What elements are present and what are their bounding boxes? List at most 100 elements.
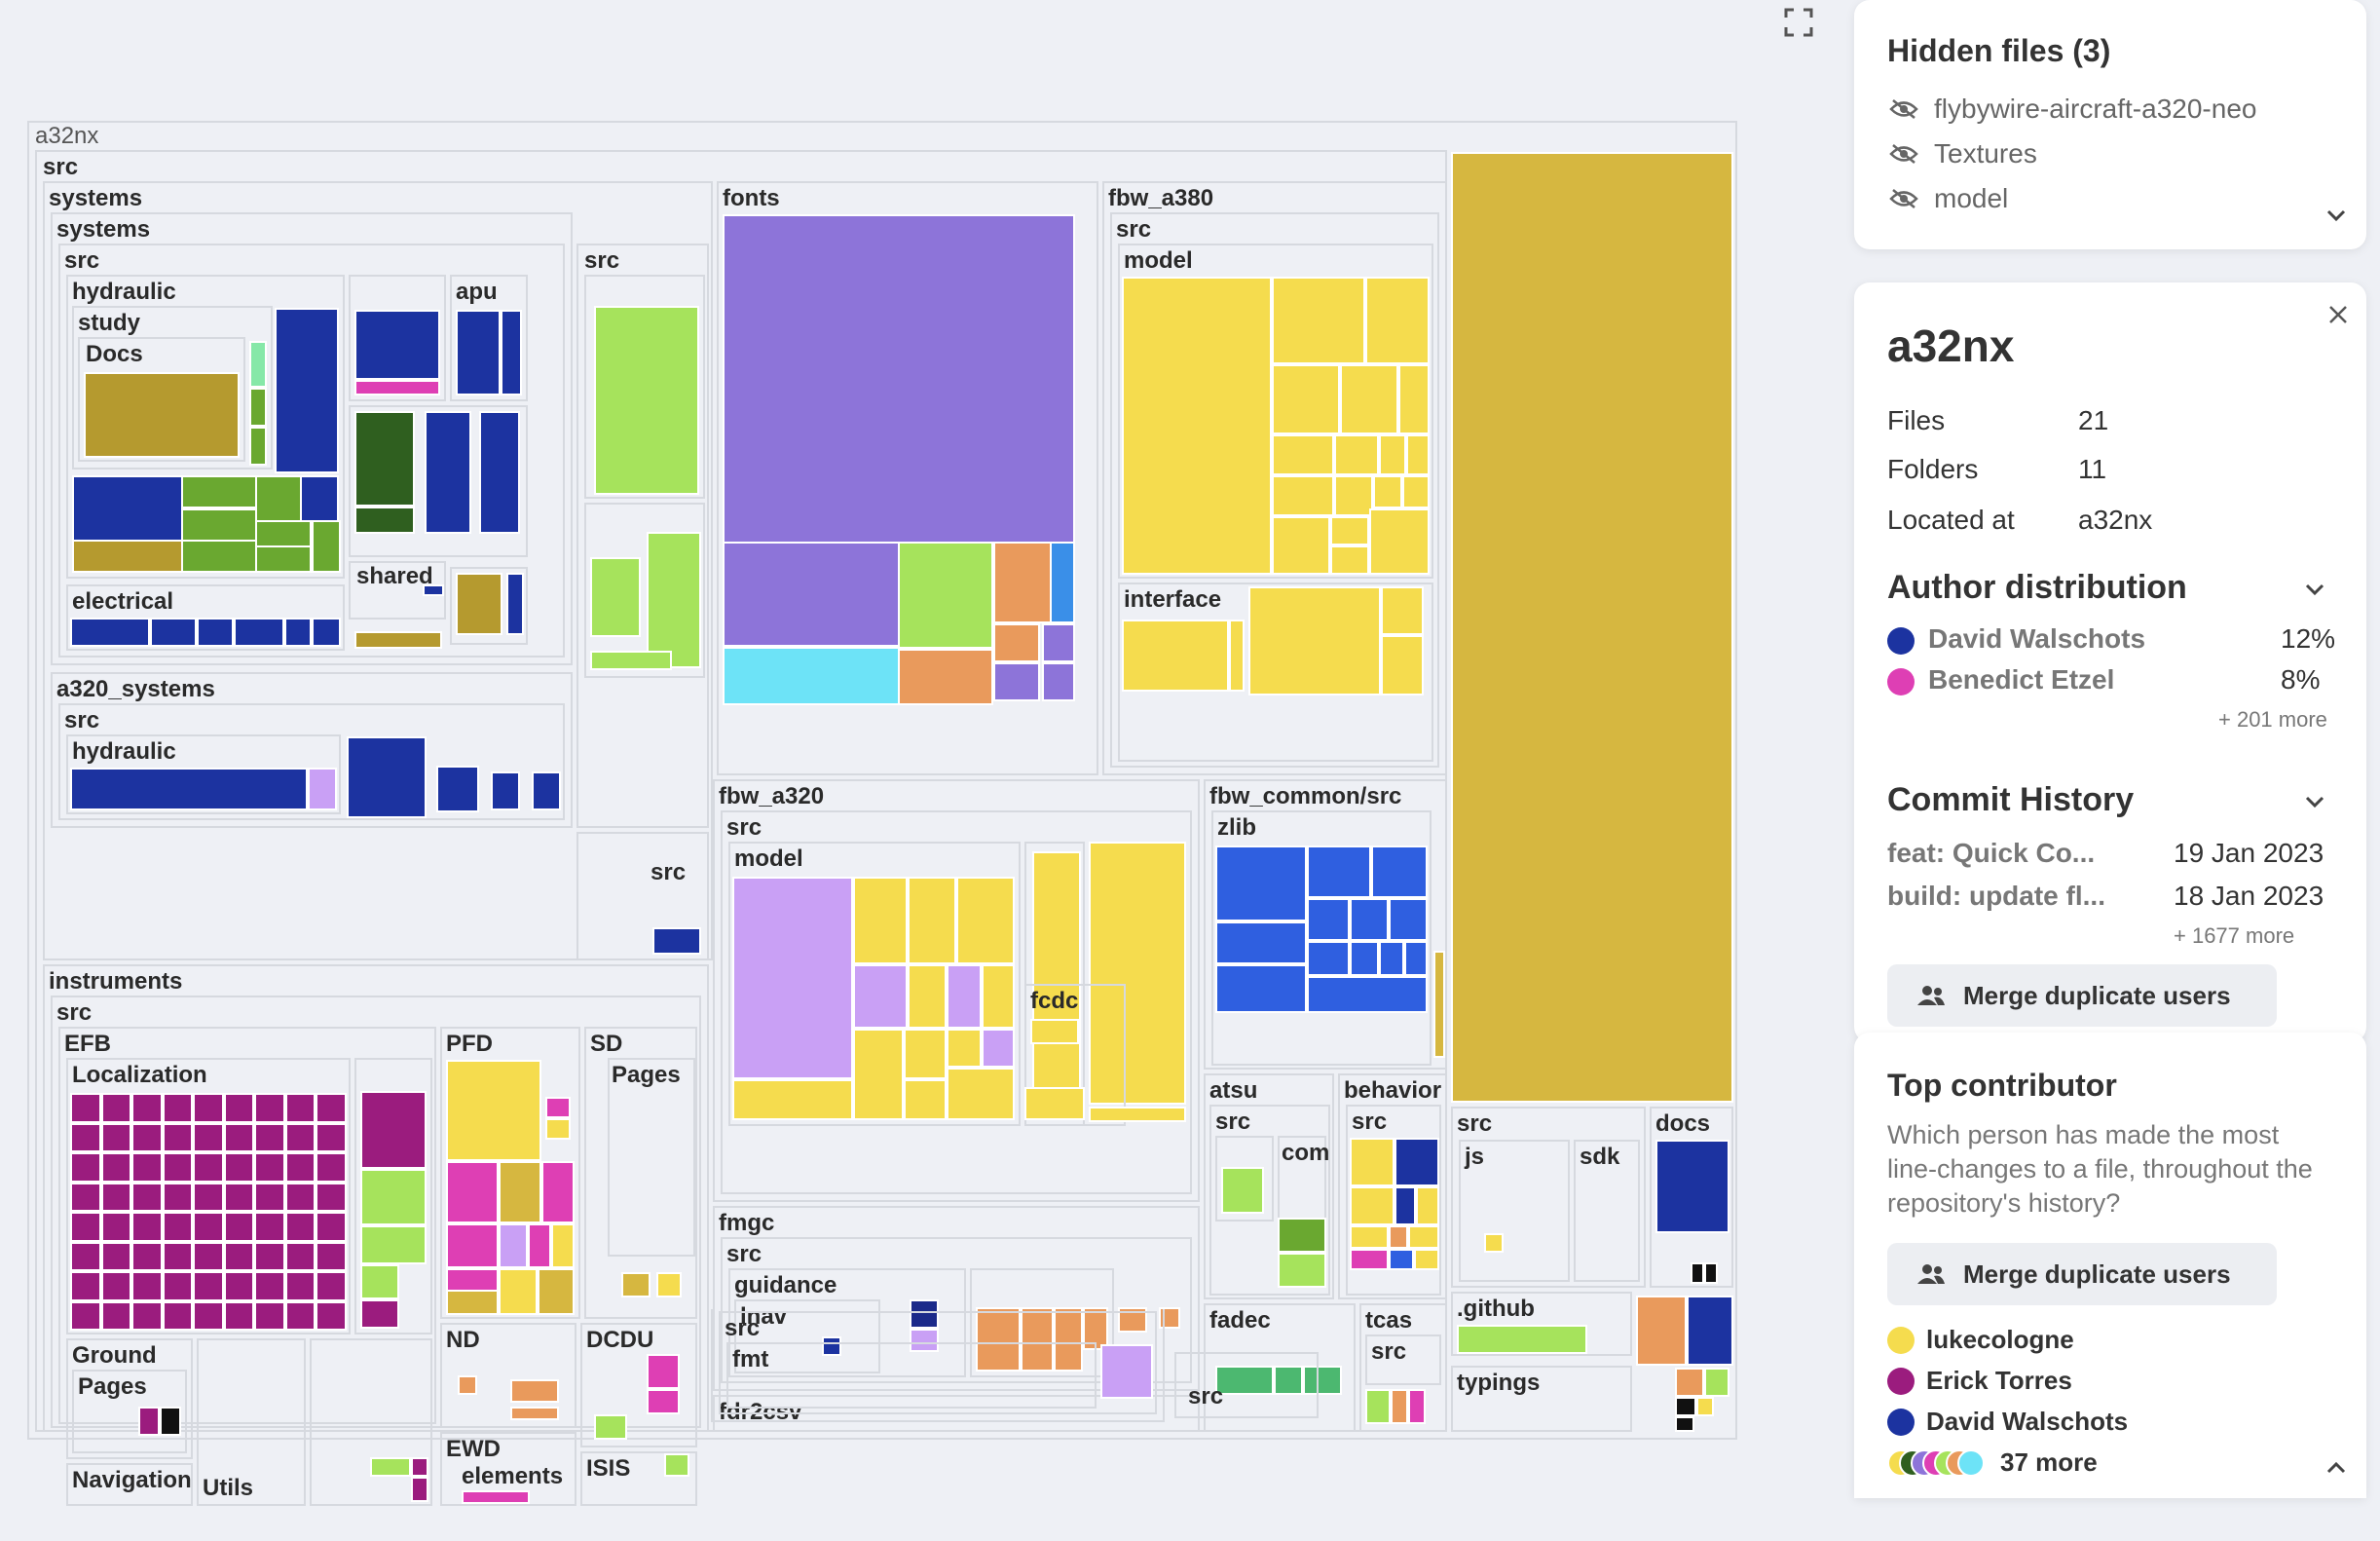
file-block[interactable] (664, 1453, 689, 1477)
contributor-name[interactable]: lukecologne (1926, 1325, 2074, 1355)
file-block[interactable] (284, 1093, 316, 1123)
file-block[interactable] (551, 1223, 575, 1268)
treemap[interactable]: a32nx src systems systems src hydraulic … (27, 121, 1737, 1506)
file-block[interactable] (312, 618, 341, 647)
file-block[interactable] (254, 1122, 285, 1152)
file-block[interactable] (70, 1152, 101, 1183)
file-block[interactable] (72, 475, 183, 542)
file-block[interactable] (316, 1271, 347, 1301)
file-block[interactable] (131, 1122, 163, 1152)
file-block[interactable] (70, 1241, 101, 1271)
file-block[interactable] (1229, 620, 1245, 692)
folder-label-a32nx[interactable]: a32nx (35, 123, 98, 150)
file-block[interactable] (193, 1300, 224, 1331)
fullscreen-icon[interactable] (1784, 8, 1813, 37)
file-block[interactable] (193, 1152, 224, 1183)
commit-message[interactable]: feat: Quick Co... (1887, 838, 2095, 869)
folder-fmt[interactable] (726, 1342, 1097, 1409)
file-block[interactable] (162, 1093, 194, 1123)
file-block[interactable] (528, 1223, 551, 1268)
file-block[interactable] (1042, 662, 1075, 701)
close-icon[interactable] (2327, 304, 2349, 325)
file-block[interactable] (181, 540, 257, 573)
file-block[interactable] (312, 520, 341, 573)
file-block[interactable] (193, 1093, 224, 1123)
file-block[interactable] (347, 736, 427, 818)
file-block[interactable] (1350, 1225, 1389, 1249)
file-block[interactable] (254, 1300, 285, 1331)
eye-off-icon[interactable] (1889, 143, 1918, 165)
more-contributors[interactable]: 37 more (2000, 1447, 2098, 1478)
file-block[interactable] (354, 411, 415, 507)
file-block[interactable] (223, 1212, 255, 1242)
file-block[interactable] (501, 310, 522, 395)
file-block[interactable] (898, 649, 993, 705)
file-block[interactable] (506, 573, 524, 635)
file-block[interactable] (254, 1093, 285, 1123)
file-block[interactable] (1691, 1262, 1704, 1284)
hidden-item[interactable]: flybywire-aircraft-a320-neo (1889, 94, 2256, 125)
file-block[interactable] (853, 877, 908, 964)
file-block[interactable] (647, 1389, 680, 1414)
file-block[interactable] (1398, 364, 1430, 434)
file-block[interactable] (100, 1122, 132, 1152)
file-block[interactable] (1350, 941, 1379, 976)
file-block[interactable] (131, 1152, 163, 1183)
file-block[interactable] (652, 927, 701, 955)
file-block[interactable] (1365, 277, 1430, 364)
file-block[interactable] (723, 647, 900, 705)
file-block[interactable] (1408, 1389, 1426, 1424)
file-block[interactable] (284, 1182, 316, 1212)
chevron-up-icon[interactable] (2325, 1457, 2347, 1479)
file-block[interactable] (162, 1212, 194, 1242)
file-block[interactable] (425, 411, 471, 534)
file-block[interactable] (456, 310, 501, 395)
commit-message[interactable]: build: update fl... (1887, 881, 2105, 912)
file-block[interactable] (360, 1091, 427, 1169)
file-block[interactable] (446, 1290, 499, 1315)
file-block[interactable] (131, 1271, 163, 1301)
file-block[interactable] (1369, 508, 1430, 575)
file-block[interactable] (904, 1079, 947, 1120)
file-block[interactable] (1330, 516, 1369, 545)
file-block[interactable] (181, 508, 257, 542)
file-block[interactable] (1406, 434, 1430, 475)
file-block[interactable] (538, 1268, 575, 1315)
file-block[interactable] (70, 618, 150, 647)
file-block[interactable] (360, 1299, 399, 1329)
file-block[interactable] (545, 1097, 571, 1118)
file-block[interactable] (354, 631, 442, 649)
file-block[interactable] (1696, 1397, 1714, 1416)
file-block[interactable] (249, 341, 267, 388)
file-block[interactable] (100, 1300, 132, 1331)
file-block[interactable] (70, 1182, 101, 1212)
eye-off-icon[interactable] (1889, 98, 1918, 120)
file-block[interactable] (898, 542, 993, 649)
file-block[interactable] (162, 1241, 194, 1271)
contributor-name[interactable]: David Walschots (1926, 1407, 2128, 1437)
file-block[interactable] (723, 214, 1075, 544)
file-block[interactable] (254, 1152, 285, 1183)
file-block[interactable] (193, 1212, 224, 1242)
file-block[interactable] (1307, 846, 1371, 898)
merge-users-button[interactable]: Merge duplicate users (1887, 1243, 2277, 1305)
file-block[interactable] (254, 1271, 285, 1301)
file-block[interactable] (193, 1122, 224, 1152)
file-block[interactable] (70, 1212, 101, 1242)
file-block[interactable] (491, 771, 520, 810)
file-block[interactable] (1655, 1140, 1729, 1233)
file-block[interactable] (316, 1122, 347, 1152)
file-block[interactable] (100, 1241, 132, 1271)
file-block[interactable] (732, 1079, 853, 1120)
file-block[interactable] (70, 1093, 101, 1123)
file-block[interactable] (131, 1300, 163, 1331)
file-block[interactable] (1334, 434, 1379, 475)
file-block[interactable] (1416, 1186, 1439, 1225)
file-block[interactable] (1414, 1249, 1439, 1270)
author-name[interactable]: David Walschots (1928, 623, 2145, 655)
file-block[interactable] (853, 964, 908, 1029)
file-block[interactable] (1373, 475, 1402, 508)
file-block[interactable] (181, 475, 257, 508)
file-block[interactable] (510, 1407, 559, 1420)
file-block[interactable] (908, 964, 947, 1029)
